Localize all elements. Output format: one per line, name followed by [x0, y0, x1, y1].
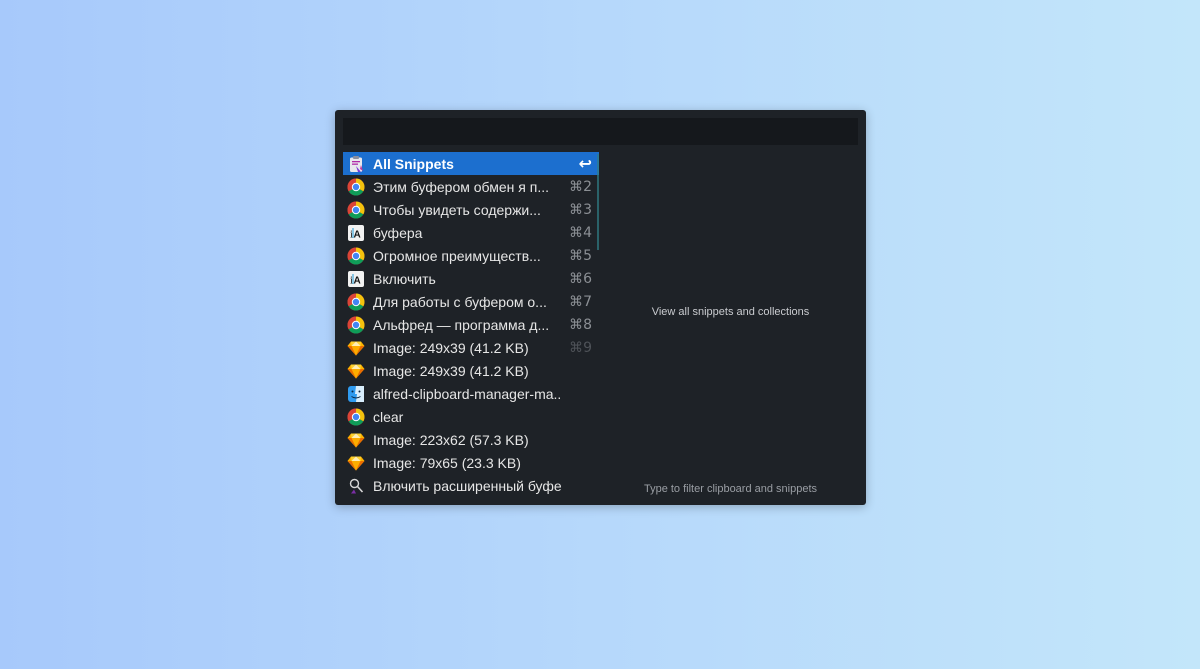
ia-writer-icon: iA	[347, 224, 365, 242]
result-label: clear	[373, 408, 404, 425]
result-row[interactable]: All Snippets ↩	[343, 152, 599, 175]
result-row[interactable]: clear	[343, 405, 599, 428]
result-label: буфера	[373, 224, 423, 241]
result-row[interactable]: Огромное преимуществ... ⌘5	[343, 244, 599, 267]
result-row[interactable]: Image: 249x39 (41.2 KB)	[343, 359, 599, 382]
chrome-icon	[347, 178, 365, 196]
finder-icon	[347, 385, 365, 403]
chrome-icon	[347, 316, 365, 334]
return-key-shortcut: ↩	[578, 154, 592, 173]
result-row[interactable]: i A Включить ⌘6	[343, 267, 599, 290]
result-label: Для работы с буфером о...	[373, 293, 547, 310]
result-row[interactable]: Влючить расширенный буфе...	[343, 474, 599, 497]
result-row[interactable]: Image: 79x65 (23.3 KB)	[343, 451, 599, 474]
result-label: Огромное преимуществ...	[373, 247, 541, 264]
result-label: alfred-clipboard-manager-ma...	[373, 385, 562, 402]
result-label: Этим буфером обмен я п...	[373, 178, 550, 195]
result-row[interactable]: Для работы с буфером о... ⌘7	[343, 290, 599, 313]
result-shortcut: ⌘7	[569, 293, 592, 310]
result-row[interactable]: Этим буфером обмен я п... ⌘2	[343, 175, 599, 198]
snippets-clipboard-icon	[347, 155, 365, 173]
result-shortcut: ⌘5	[569, 247, 592, 264]
svg-text:A: A	[354, 275, 361, 286]
result-label: Image: 249x39 (41.2 KB)	[373, 339, 529, 356]
result-shortcut: ⌘9	[569, 339, 592, 356]
chrome-icon	[347, 201, 365, 219]
result-row[interactable]: Image: 249x39 (41.2 KB) ⌘9	[343, 336, 599, 359]
result-shortcut: ⌘3	[569, 201, 592, 218]
alfred-clipboard-window: All Snippets ↩ Этим буфером обмен я п... ⌘2…	[335, 110, 866, 505]
result-row[interactable]: Чтобы увидеть содержи... ⌘3	[343, 198, 599, 221]
preview-pane: View all snippets and collections Type t…	[603, 152, 858, 497]
result-label: Влючить расширенный буфе...	[373, 477, 562, 494]
results-list: All Snippets ↩ Этим буфером обмен я п... ⌘2…	[343, 152, 599, 497]
search-input[interactable]	[343, 118, 858, 145]
result-label: Чтобы увидеть содержи...	[373, 201, 541, 218]
sketch-icon	[347, 431, 365, 449]
chrome-icon	[347, 293, 365, 311]
chrome-icon	[347, 408, 365, 426]
result-label: Включить	[373, 270, 436, 287]
result-label: Альфред — программа д...	[373, 316, 550, 333]
ia-writer-icon: iA	[347, 270, 365, 288]
chrome-icon	[347, 247, 365, 265]
result-shortcut: ⌘6	[569, 270, 592, 287]
result-row[interactable]: Альфред — программа д... ⌘8	[343, 313, 599, 336]
sketch-icon	[347, 339, 365, 357]
alfred-hat-icon	[347, 477, 365, 495]
result-row[interactable]: i A буфера ⌘4	[343, 221, 599, 244]
result-row[interactable]: alfred-clipboard-manager-ma...	[343, 382, 599, 405]
result-label: Image: 249x39 (41.2 KB)	[373, 362, 529, 379]
result-row[interactable]: Image: 223x62 (57.3 KB)	[343, 428, 599, 451]
result-label: Image: 79x65 (23.3 KB)	[373, 454, 521, 471]
result-shortcut: ⌘4	[569, 224, 592, 241]
result-shortcut: ⌘2	[569, 178, 592, 195]
svg-text:A: A	[354, 229, 361, 240]
result-label: Image: 223x62 (57.3 KB)	[373, 431, 529, 448]
result-label: All Snippets	[373, 155, 454, 172]
preview-description: View all snippets and collections	[651, 306, 810, 318]
sketch-icon	[347, 362, 365, 380]
result-shortcut: ⌘8	[569, 316, 592, 333]
sketch-icon	[347, 454, 365, 472]
filter-hint: Type to filter clipboard and snippets	[643, 483, 818, 495]
